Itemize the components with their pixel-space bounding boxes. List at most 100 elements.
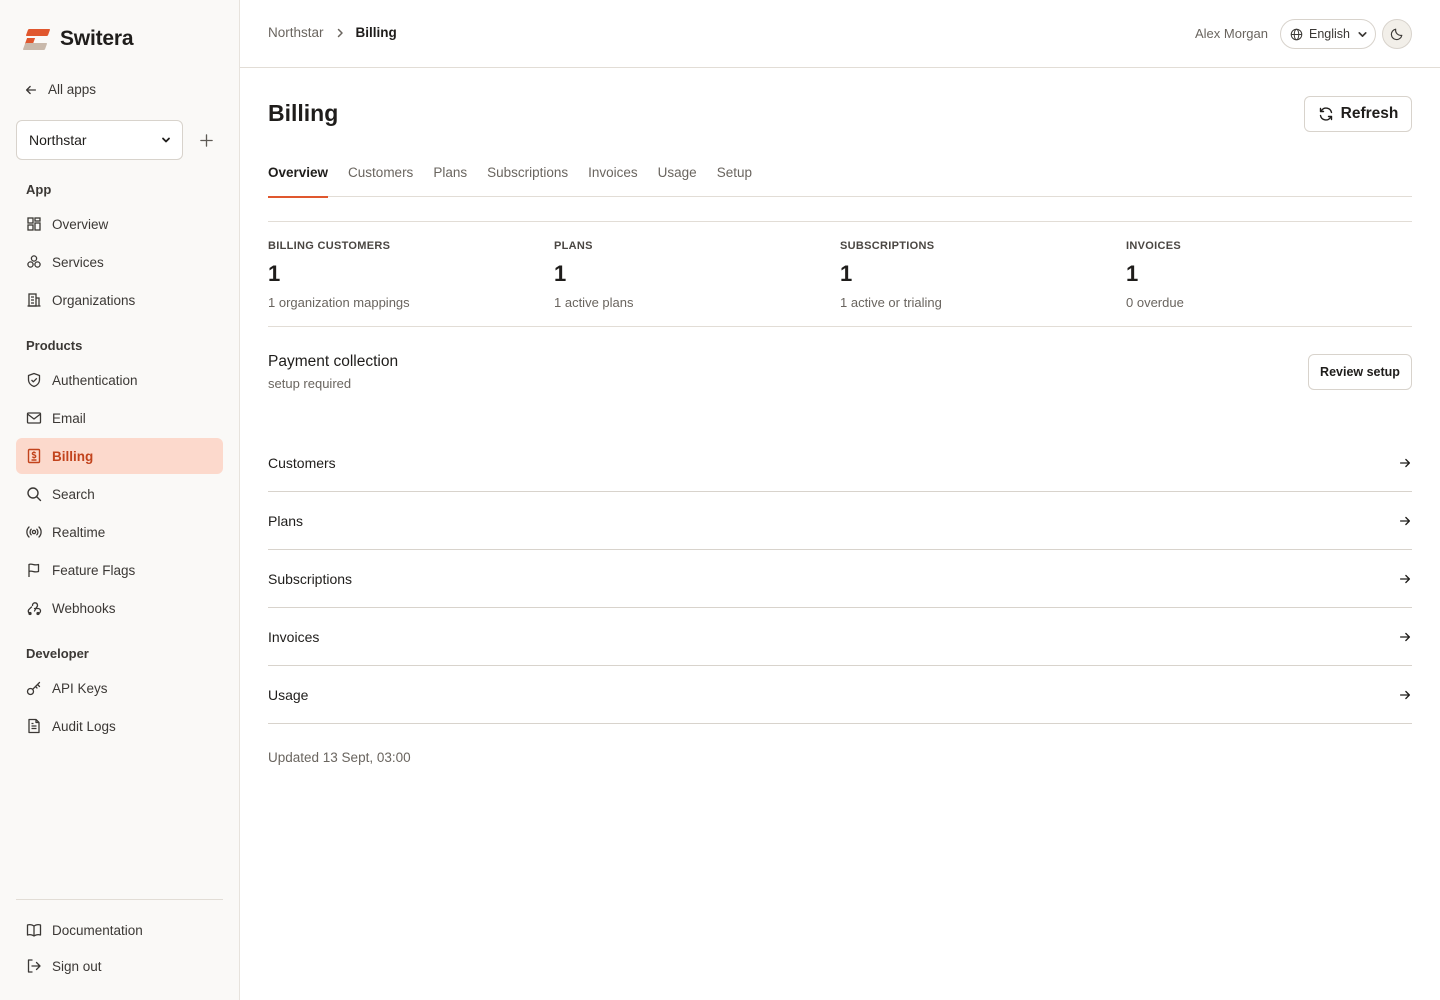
payment-collection-status: setup required [268,376,352,391]
mail-icon [26,412,42,424]
arrow-right-icon [1399,632,1411,641]
refresh-icon [1319,107,1332,121]
stat-subtext: 0 overdue [1126,295,1184,310]
sidebar-item-label: Search [52,486,95,502]
last-updated-text: Updated 13 Sept, 03:00 [268,750,411,765]
tab-overview[interactable]: Overview [268,162,329,198]
add-app-button[interactable] [196,130,216,150]
sidebar-item-label: Audit Logs [52,718,116,734]
arrow-left-icon [25,85,37,94]
link-row-usage[interactable]: Usage [268,666,1412,724]
globe-icon [1290,28,1303,40]
sidebar-item-label: API Keys [52,680,108,696]
tab-invoices[interactable]: Invoices [588,162,638,197]
sidebar-item-realtime[interactable]: Realtime [16,514,223,550]
sidebar-item-label: Services [52,254,104,270]
sidebar-item-label: Realtime [52,524,106,540]
tab-plans[interactable]: Plans [433,162,467,197]
page-title: Billing [268,100,339,126]
sidebar-item-label: Documentation [52,922,143,938]
stat-label: Subscriptions [840,240,935,252]
sidebar-item-documentation[interactable]: Documentation [16,912,223,948]
sidebar: Switera All apps Northstar App Overview … [0,0,240,1000]
theme-toggle-button[interactable] [1382,19,1412,49]
chevron-down-icon [162,137,170,143]
webhook-icon [27,602,42,616]
billing-icon [27,448,41,464]
breadcrumb: Northstar Billing [268,25,397,40]
arrow-right-icon [1399,574,1411,583]
shield-icon [27,372,41,388]
stat-value: 1 [268,261,281,286]
tab-setup[interactable]: Setup [717,162,752,197]
arrow-right-icon [1399,690,1411,699]
section-label-developer: Developer [26,646,89,661]
stat-value: 1 [840,261,853,286]
sidebar-item-label: Authentication [52,372,138,388]
link-row-customers[interactable]: Customers [268,434,1412,492]
grid-icon [27,217,41,231]
link-row-label: Invoices [268,628,320,645]
sidebar-item-services[interactable]: Services [16,244,223,280]
link-row-label: Customers [268,454,336,471]
link-row-label: Subscriptions [268,570,353,587]
refresh-button[interactable]: Refresh [1304,96,1412,132]
sidebar-item-label: Webhooks [52,600,116,616]
stat-subscriptions: Subscriptions 1 1 active or trialing [840,222,1126,326]
sidebar-item-overview[interactable]: Overview [16,206,223,242]
sidebar-item-sign-out[interactable]: Sign out [16,948,223,984]
tab-subscriptions[interactable]: Subscriptions [487,162,568,197]
main-content: Northstar Billing Alex Morgan English Bi… [240,0,1440,1000]
sidebar-item-feature-flags[interactable]: Feature Flags [16,552,223,588]
link-row-plans[interactable]: Plans [268,492,1412,550]
stat-subtext: 1 organization mappings [268,295,410,310]
brand-logo-icon [22,26,51,52]
breadcrumb-item-northstar[interactable]: Northstar [268,25,324,40]
stats-summary: Billing customers 1 1 organization mappi… [268,221,1412,327]
tab-bar: Overview Customers Plans Subscriptions I… [268,162,1412,198]
tab-usage[interactable]: Usage [658,162,697,197]
stat-subtext: 1 active or trialing [840,295,942,310]
key-icon [26,681,41,696]
link-row-label: Plans [268,512,304,529]
search-icon [27,487,42,502]
sidebar-item-email[interactable]: Email [16,400,223,436]
chevron-right-icon [334,27,346,39]
sidebar-divider [16,899,223,900]
stat-plans: Plans 1 1 active plans [554,222,840,326]
all-apps-link[interactable]: All apps [24,82,96,97]
sidebar-item-search[interactable]: Search [16,476,223,512]
sidebar-item-label: Feature Flags [52,562,136,578]
link-row-subscriptions[interactable]: Subscriptions [268,550,1412,608]
tab-customers[interactable]: Customers [348,162,413,197]
app-select-value: Northstar [29,132,87,148]
sidebar-item-organizations[interactable]: Organizations [16,282,223,318]
language-select[interactable]: English [1280,19,1376,49]
services-icon [27,255,41,268]
brand[interactable]: Switera [22,26,134,52]
brand-name: Switera [60,27,134,50]
review-setup-button[interactable]: Review setup [1308,354,1412,390]
arrow-right-icon [1399,458,1411,467]
broadcast-icon [26,526,42,538]
stat-value: 1 [1126,261,1139,286]
sidebar-item-api-keys[interactable]: API Keys [16,670,223,706]
topbar: Northstar Billing Alex Morgan English [240,0,1440,68]
stat-invoices: Invoices 1 0 overdue [1126,222,1412,326]
section-label-products: Products [26,338,83,353]
link-row-invoices[interactable]: Invoices [268,608,1412,666]
sidebar-item-audit-logs[interactable]: Audit Logs [16,708,223,744]
plus-icon [199,133,213,147]
sidebar-item-label: Billing [52,448,94,464]
stat-billing-customers: Billing customers 1 1 organization mappi… [268,222,554,326]
flag-icon [28,563,40,577]
user-name: Alex Morgan [1195,26,1268,41]
file-icon [28,718,40,734]
sidebar-item-billing[interactable]: Billing [16,438,223,474]
stat-label: Invoices [1126,240,1181,252]
building-icon [27,293,41,307]
sidebar-item-authentication[interactable]: Authentication [16,362,223,398]
sign-out-icon [27,959,41,973]
sidebar-item-webhooks[interactable]: Webhooks [16,590,223,626]
app-select[interactable]: Northstar [16,120,183,160]
